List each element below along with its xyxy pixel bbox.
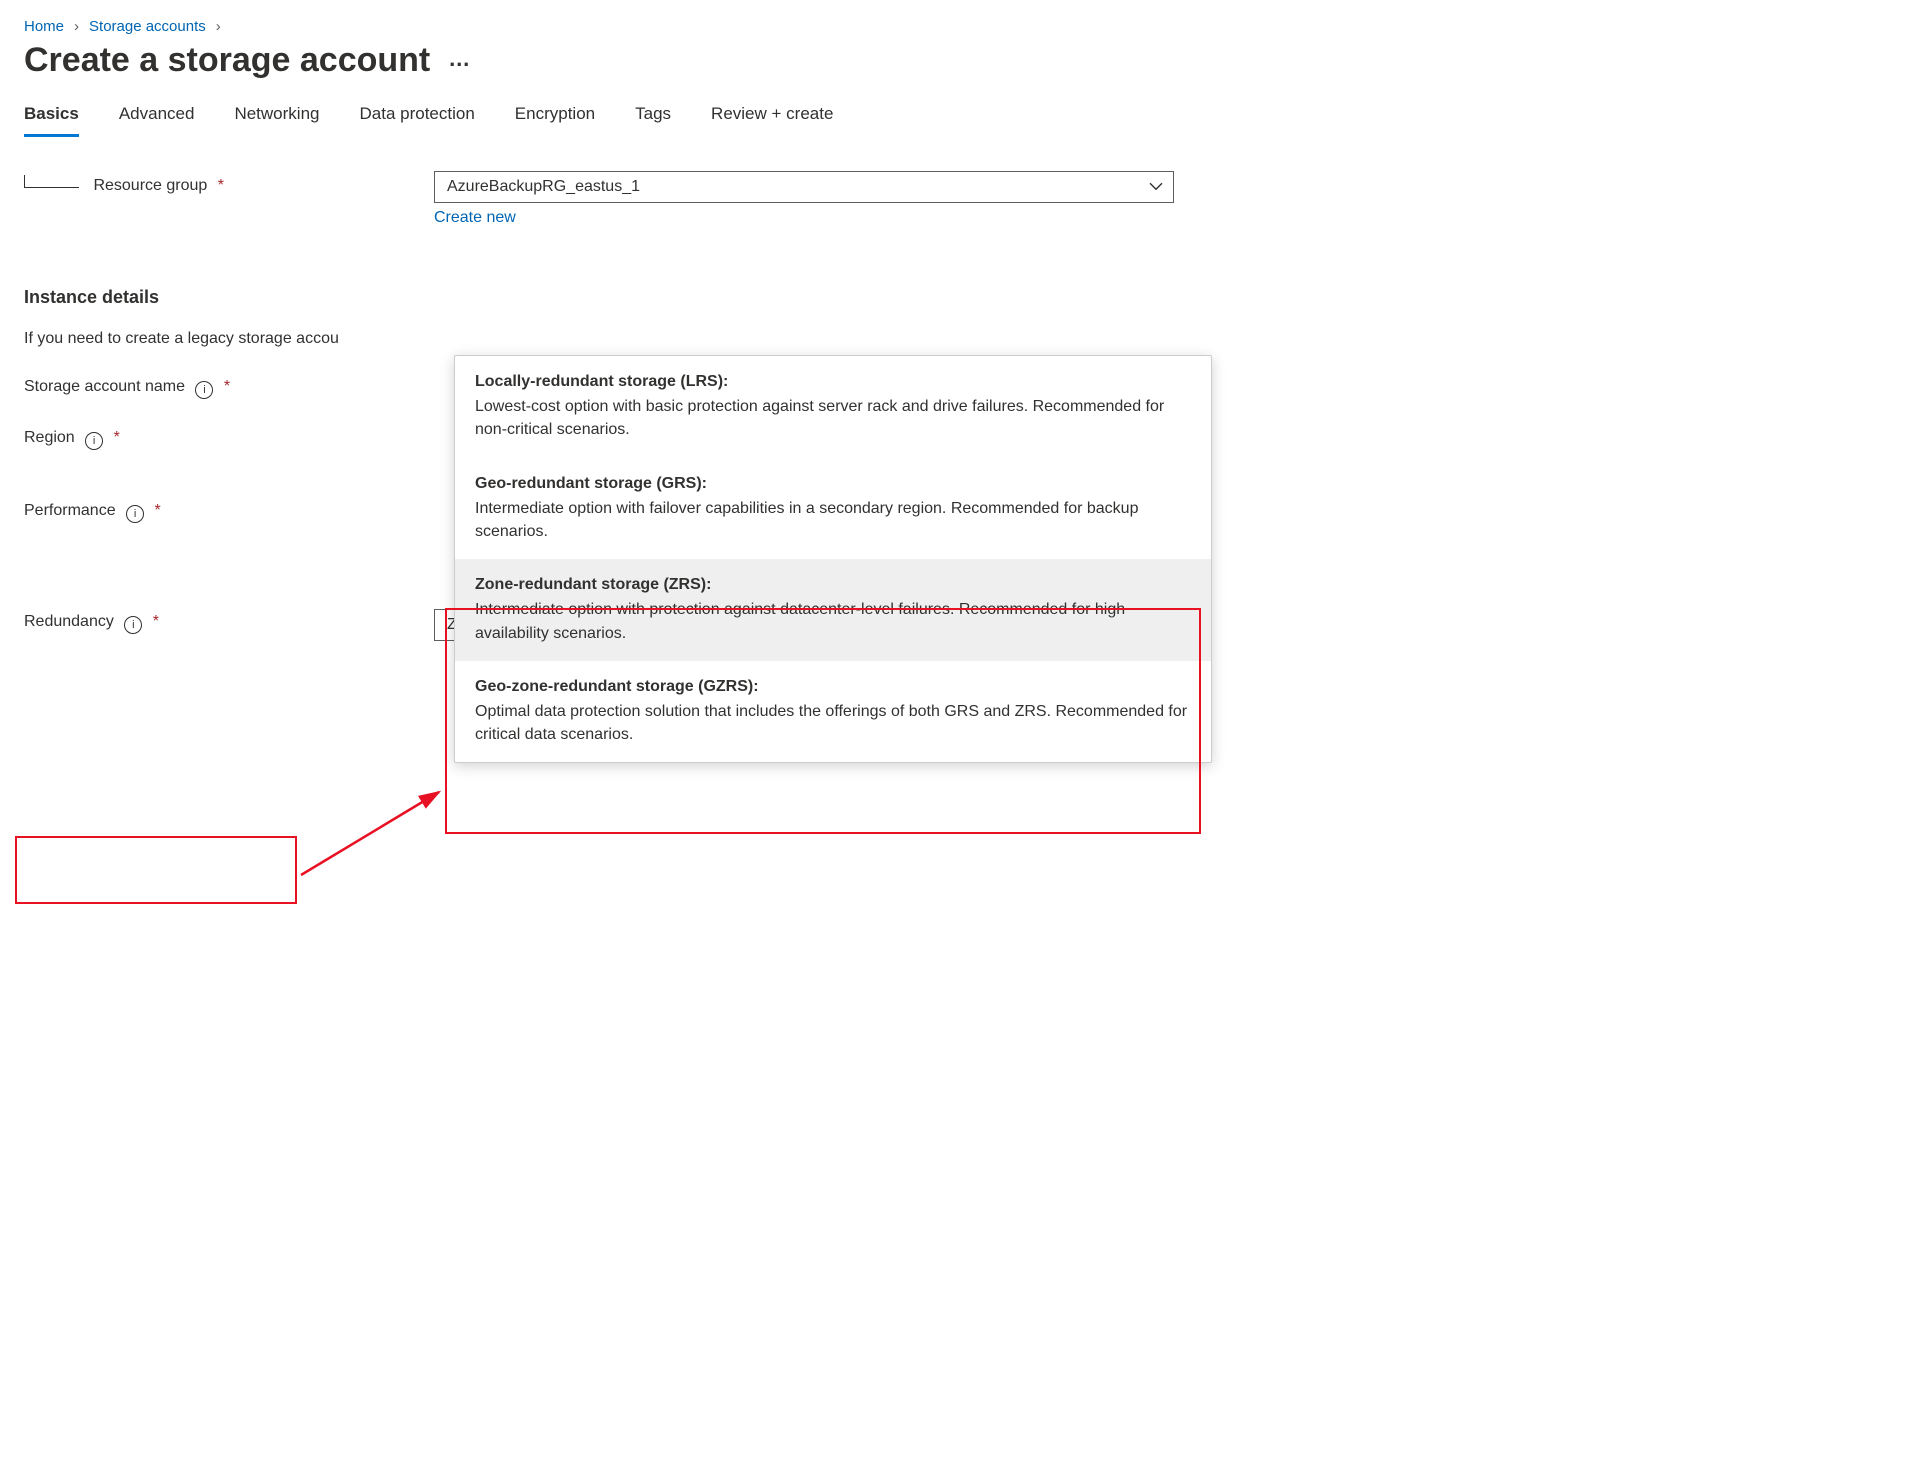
info-icon[interactable]: i [85, 432, 103, 450]
option-gzrs-title: Geo-zone-redundant storage (GZRS): [475, 675, 1191, 698]
info-icon[interactable]: i [195, 381, 213, 399]
option-lrs-desc: Lowest-cost option with basic protection… [475, 395, 1191, 441]
annotation-highlight [15, 836, 297, 904]
required-indicator: * [224, 378, 230, 395]
region-label: Region [24, 429, 75, 446]
option-gzrs[interactable]: Geo-zone-redundant storage (GZRS): Optim… [455, 661, 1211, 763]
tab-data-protection[interactable]: Data protection [360, 104, 475, 137]
tab-advanced[interactable]: Advanced [119, 104, 195, 137]
required-indicator: * [114, 429, 120, 446]
tabs: Basics Advanced Networking Data protecti… [24, 104, 1204, 137]
legacy-note: If you need to create a legacy storage a… [24, 330, 1204, 348]
option-zrs-title: Zone-redundant storage (ZRS): [475, 573, 1191, 596]
required-indicator: * [153, 613, 159, 630]
option-zrs-desc: Intermediate option with protection agai… [475, 598, 1191, 644]
required-indicator: * [218, 177, 224, 194]
option-lrs-title: Locally-redundant storage (LRS): [475, 370, 1191, 393]
resource-group-label: Resource group [93, 177, 207, 194]
option-gzrs-desc: Optimal data protection solution that in… [475, 700, 1191, 746]
chevron-right-icon: › [74, 18, 79, 35]
chevron-down-icon [1149, 181, 1163, 191]
redundancy-label: Redundancy [24, 613, 114, 630]
resource-group-select[interactable]: AzureBackupRG_eastus_1 [434, 171, 1174, 203]
storage-account-name-label: Storage account name [24, 378, 185, 395]
redundancy-dropdown: Locally-redundant storage (LRS): Lowest-… [454, 355, 1212, 763]
tab-tags[interactable]: Tags [635, 104, 671, 137]
instance-details-header: Instance details [24, 287, 1204, 308]
info-icon[interactable]: i [124, 616, 142, 634]
create-new-link[interactable]: Create new [434, 209, 516, 227]
tab-basics[interactable]: Basics [24, 104, 79, 137]
breadcrumb-storage-accounts[interactable]: Storage accounts [89, 18, 206, 35]
option-lrs[interactable]: Locally-redundant storage (LRS): Lowest-… [455, 356, 1211, 458]
tab-networking[interactable]: Networking [234, 104, 319, 137]
breadcrumb-home[interactable]: Home [24, 18, 64, 35]
breadcrumb: Home › Storage accounts › [24, 18, 1204, 35]
resource-group-value: AzureBackupRG_eastus_1 [447, 178, 640, 195]
required-indicator: * [155, 502, 161, 519]
annotation-arrow [293, 780, 453, 894]
tab-review[interactable]: Review + create [711, 104, 833, 137]
chevron-right-icon: › [216, 18, 221, 35]
tree-branch-icon [24, 175, 79, 188]
info-icon[interactable]: i [126, 505, 144, 523]
performance-label: Performance [24, 502, 116, 519]
more-actions-button[interactable]: … [448, 46, 472, 76]
option-grs-desc: Intermediate option with failover capabi… [475, 497, 1191, 543]
page-title: Create a storage account [24, 41, 430, 80]
option-zrs[interactable]: Zone-redundant storage (ZRS): Intermedia… [455, 559, 1211, 661]
option-grs[interactable]: Geo-redundant storage (GRS): Intermediat… [455, 458, 1211, 560]
option-grs-title: Geo-redundant storage (GRS): [475, 472, 1191, 495]
tab-encryption[interactable]: Encryption [515, 104, 595, 137]
